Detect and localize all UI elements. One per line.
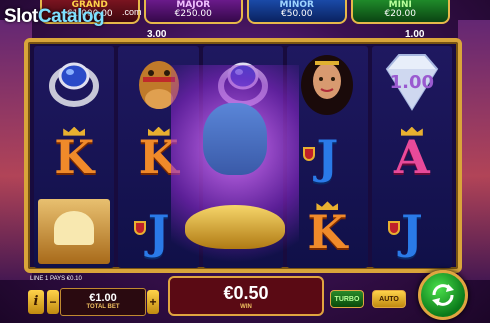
diamond-value: 1.00 [389,71,435,93]
shield-icon [387,221,400,236]
watermark-logo: SlotCatalog [4,6,105,28]
crown-icon [400,126,423,136]
watermark-tld: .com [122,7,142,17]
watermark-part2: Catalog [37,6,105,27]
symbol-lamp-icon [203,195,283,268]
jackpot-minor-amount: €50.00 [281,9,313,19]
symbol-k: K [118,121,198,194]
symbol-a: A [372,121,452,194]
reel-3 [202,46,284,268]
reels-frame: K K J J K 1.00 A J [24,38,462,273]
jackpot-mini-amount: €20.00 [384,9,417,19]
symbol-palace-icon [34,195,114,268]
symbol-j: J [118,195,198,268]
total-bet: €1.00 TOTAL BET [60,288,146,316]
palace-icon [38,199,111,265]
symbol-princess-icon [287,46,367,119]
reel-5: 1.00 A J [371,46,453,268]
reels: K K J J K 1.00 A J [34,46,453,268]
symbol-k-label: K [138,130,179,184]
jackpot-mini: MINI €20.00 [350,0,450,24]
symbol-j-label: J [316,130,339,184]
reel-1: K [34,46,115,268]
win-label: WIN [240,304,252,310]
symbol-k: K [34,121,114,194]
reel-4: J K [287,46,368,268]
background-right [458,20,490,280]
symbol-diamond-icon: 1.00 [372,46,452,119]
bet-increase-button[interactable]: + [147,290,159,314]
symbol-a-label: A [393,130,430,184]
symbol-j-label: J [400,204,423,259]
total-bet-value: €1.00 [89,292,117,304]
slot-game: GRAND €1,000.00 MAJOR €250.00 MINOR €50.… [0,0,490,323]
shield-icon [134,221,147,236]
total-bet-label: TOTAL BET [86,304,120,310]
bet-decrease-button[interactable]: − [47,290,59,314]
jackpot-major: MAJOR €250.00 [143,0,243,24]
spin-button[interactable] [418,270,468,320]
symbol-j: J [372,195,452,268]
crown-icon [147,126,170,136]
watermark-part1: Slot [4,6,38,27]
symbol-genie-icon [203,121,283,194]
symbol-k: K [287,195,367,268]
info-button[interactable]: i [28,290,44,314]
symbol-j: J [287,121,367,194]
symbol-ring-icon [34,46,114,119]
reel-2: K J [118,46,199,268]
symbol-camel-icon [118,46,198,119]
control-bar: i − €1.00 TOTAL BET + €0.50 WIN TURBO AU… [0,270,490,323]
crown-icon [316,201,339,211]
spin-arrows-icon [432,284,454,306]
jackpot-major-amount: €250.00 [174,9,212,19]
symbol-j-label: J [147,204,170,259]
jackpot-minor: MINOR €50.00 [247,0,347,24]
autoplay-button[interactable]: AUTO [372,290,406,308]
symbol-k-label: K [54,130,95,184]
crown-icon [63,126,86,136]
win-display: €0.50 WIN [168,276,324,316]
turbo-button[interactable]: TURBO [330,290,364,308]
symbol-k-label: K [307,204,348,259]
win-value: €0.50 [223,283,269,303]
symbol-ring-icon [203,46,283,119]
shield-icon [303,146,316,161]
